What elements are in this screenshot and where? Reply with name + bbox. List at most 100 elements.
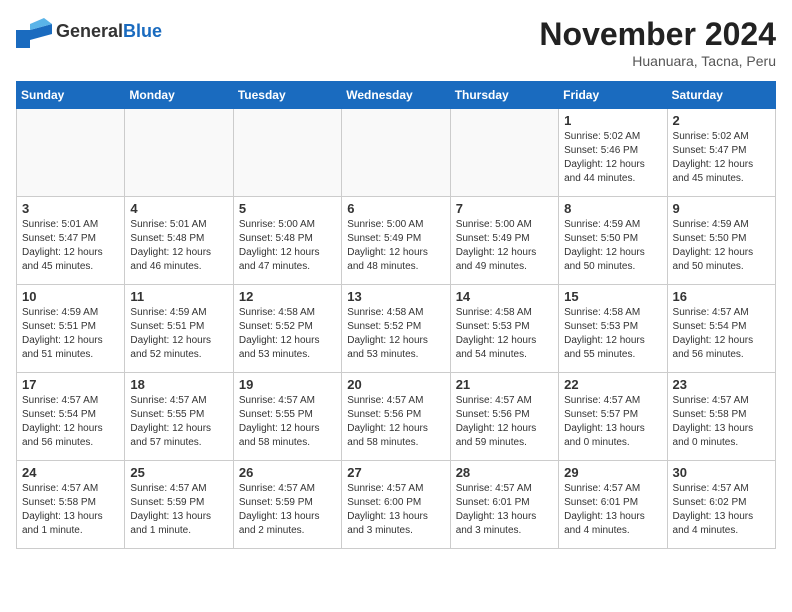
calendar-table: SundayMondayTuesdayWednesdayThursdayFrid…	[16, 81, 776, 549]
day-of-week-header: Thursday	[450, 82, 558, 109]
day-info: Sunrise: 5:02 AM Sunset: 5:47 PM Dayligh…	[673, 130, 770, 186]
calendar-day-cell: 29 Sunrise: 4:57 AM Sunset: 6:01 PM Dayli…	[559, 461, 667, 549]
day-number: 22	[564, 377, 661, 392]
calendar-day-cell: 1 Sunrise: 5:02 AM Sunset: 5:46 PM Daylig…	[559, 109, 667, 197]
day-of-week-header: Wednesday	[342, 82, 450, 109]
day-number: 16	[673, 289, 770, 304]
day-number: 25	[130, 465, 227, 480]
day-of-week-header: Tuesday	[233, 82, 341, 109]
day-info: Sunrise: 5:00 AM Sunset: 5:48 PM Dayligh…	[239, 218, 336, 274]
calendar-day-cell: 2 Sunrise: 5:02 AM Sunset: 5:47 PM Daylig…	[667, 109, 775, 197]
calendar-week-row: 3 Sunrise: 5:01 AM Sunset: 5:47 PM Daylig…	[17, 197, 776, 285]
calendar-day-cell: 7 Sunrise: 5:00 AM Sunset: 5:49 PM Daylig…	[450, 197, 558, 285]
day-number: 24	[22, 465, 119, 480]
day-info: Sunrise: 4:59 AM Sunset: 5:51 PM Dayligh…	[22, 306, 119, 362]
location: Huanuara, Tacna, Peru	[539, 53, 776, 69]
day-info: Sunrise: 5:02 AM Sunset: 5:46 PM Dayligh…	[564, 130, 661, 186]
calendar-day-cell	[450, 109, 558, 197]
calendar-day-cell: 25 Sunrise: 4:57 AM Sunset: 5:59 PM Dayli…	[125, 461, 233, 549]
day-info: Sunrise: 4:57 AM Sunset: 5:57 PM Dayligh…	[564, 394, 661, 450]
day-info: Sunrise: 4:57 AM Sunset: 5:56 PM Dayligh…	[456, 394, 553, 450]
calendar-day-cell: 8Sunrise: 4:59 AM Sunset: 5:50 PM Daylig…	[559, 197, 667, 285]
calendar-week-row: 17 Sunrise: 4:57 AM Sunset: 5:54 PM Dayli…	[17, 373, 776, 461]
day-info: Sunrise: 5:00 AM Sunset: 5:49 PM Dayligh…	[456, 218, 553, 274]
calendar-week-row: 24 Sunrise: 4:57 AM Sunset: 5:58 PM Dayli…	[17, 461, 776, 549]
calendar-day-cell: 30 Sunrise: 4:57 AM Sunset: 6:02 PM Dayli…	[667, 461, 775, 549]
calendar-day-cell: 4 Sunrise: 5:01 AM Sunset: 5:48 PM Daylig…	[125, 197, 233, 285]
calendar-day-cell: 21 Sunrise: 4:57 AM Sunset: 5:56 PM Dayli…	[450, 373, 558, 461]
calendar-day-cell: 6 Sunrise: 5:00 AM Sunset: 5:49 PM Daylig…	[342, 197, 450, 285]
page-header: GeneralBlue November 2024 Huanuara, Tacn…	[16, 16, 776, 69]
title-section: November 2024 Huanuara, Tacna, Peru	[539, 16, 776, 69]
calendar-day-cell: 18Sunrise: 4:57 AM Sunset: 5:55 PM Dayli…	[125, 373, 233, 461]
day-number: 30	[673, 465, 770, 480]
day-info: Sunrise: 4:58 AM Sunset: 5:52 PM Dayligh…	[347, 306, 444, 362]
day-number: 9	[673, 201, 770, 216]
calendar-day-cell: 16Sunrise: 4:57 AM Sunset: 5:54 PM Dayli…	[667, 285, 775, 373]
day-number: 5	[239, 201, 336, 216]
day-info: Sunrise: 4:57 AM Sunset: 6:01 PM Dayligh…	[564, 482, 661, 538]
logo-general: General	[56, 21, 123, 41]
calendar-day-cell: 11Sunrise: 4:59 AM Sunset: 5:51 PM Dayli…	[125, 285, 233, 373]
day-info: Sunrise: 4:57 AM Sunset: 6:02 PM Dayligh…	[673, 482, 770, 538]
day-number: 4	[130, 201, 227, 216]
calendar-day-cell: 14Sunrise: 4:58 AM Sunset: 5:53 PM Dayli…	[450, 285, 558, 373]
day-info: Sunrise: 4:59 AM Sunset: 5:50 PM Dayligh…	[564, 218, 661, 274]
day-number: 2	[673, 113, 770, 128]
day-info: Sunrise: 4:59 AM Sunset: 5:51 PM Dayligh…	[130, 306, 227, 362]
day-number: 15	[564, 289, 661, 304]
calendar-day-cell: 17 Sunrise: 4:57 AM Sunset: 5:54 PM Dayli…	[17, 373, 125, 461]
day-info: Sunrise: 4:57 AM Sunset: 5:59 PM Dayligh…	[130, 482, 227, 538]
day-number: 29	[564, 465, 661, 480]
day-info: Sunrise: 5:01 AM Sunset: 5:48 PM Dayligh…	[130, 218, 227, 274]
calendar-day-cell	[125, 109, 233, 197]
day-number: 6	[347, 201, 444, 216]
day-info: Sunrise: 4:57 AM Sunset: 5:58 PM Dayligh…	[673, 394, 770, 450]
calendar-day-cell: 24 Sunrise: 4:57 AM Sunset: 5:58 PM Dayli…	[17, 461, 125, 549]
day-of-week-header: Friday	[559, 82, 667, 109]
day-info: Sunrise: 4:58 AM Sunset: 5:53 PM Dayligh…	[456, 306, 553, 362]
day-number: 12	[239, 289, 336, 304]
calendar-day-cell	[17, 109, 125, 197]
logo-blue: Blue	[123, 21, 162, 41]
day-info: Sunrise: 4:57 AM Sunset: 5:56 PM Dayligh…	[347, 394, 444, 450]
day-number: 1	[564, 113, 661, 128]
day-of-week-header: Sunday	[17, 82, 125, 109]
calendar-week-row: 1 Sunrise: 5:02 AM Sunset: 5:46 PM Daylig…	[17, 109, 776, 197]
day-number: 20	[347, 377, 444, 392]
day-number: 3	[22, 201, 119, 216]
day-info: Sunrise: 4:57 AM Sunset: 5:55 PM Dayligh…	[239, 394, 336, 450]
day-info: Sunrise: 4:57 AM Sunset: 5:54 PM Dayligh…	[22, 394, 119, 450]
calendar-day-cell	[233, 109, 341, 197]
day-info: Sunrise: 4:57 AM Sunset: 5:59 PM Dayligh…	[239, 482, 336, 538]
month-title: November 2024	[539, 16, 776, 53]
calendar-day-cell: 13 Sunrise: 4:58 AM Sunset: 5:52 PM Dayli…	[342, 285, 450, 373]
logo-icon	[16, 16, 52, 48]
calendar-header-row: SundayMondayTuesdayWednesdayThursdayFrid…	[17, 82, 776, 109]
day-of-week-header: Saturday	[667, 82, 775, 109]
calendar-day-cell: 26Sunrise: 4:57 AM Sunset: 5:59 PM Dayli…	[233, 461, 341, 549]
calendar-day-cell: 20 Sunrise: 4:57 AM Sunset: 5:56 PM Dayli…	[342, 373, 450, 461]
day-info: Sunrise: 5:01 AM Sunset: 5:47 PM Dayligh…	[22, 218, 119, 274]
calendar-day-cell: 23 Sunrise: 4:57 AM Sunset: 5:58 PM Dayli…	[667, 373, 775, 461]
day-number: 28	[456, 465, 553, 480]
day-info: Sunrise: 4:59 AM Sunset: 5:50 PM Dayligh…	[673, 218, 770, 274]
day-info: Sunrise: 4:58 AM Sunset: 5:53 PM Dayligh…	[564, 306, 661, 362]
day-number: 23	[673, 377, 770, 392]
day-number: 10	[22, 289, 119, 304]
day-info: Sunrise: 4:57 AM Sunset: 5:55 PM Dayligh…	[130, 394, 227, 450]
calendar-day-cell: 3 Sunrise: 5:01 AM Sunset: 5:47 PM Daylig…	[17, 197, 125, 285]
day-number: 17	[22, 377, 119, 392]
day-number: 7	[456, 201, 553, 216]
day-number: 19	[239, 377, 336, 392]
day-number: 21	[456, 377, 553, 392]
calendar-day-cell: 15 Sunrise: 4:58 AM Sunset: 5:53 PM Dayli…	[559, 285, 667, 373]
day-of-week-header: Monday	[125, 82, 233, 109]
day-info: Sunrise: 4:57 AM Sunset: 5:58 PM Dayligh…	[22, 482, 119, 538]
calendar-day-cell: 12 Sunrise: 4:58 AM Sunset: 5:52 PM Dayli…	[233, 285, 341, 373]
calendar-week-row: 10 Sunrise: 4:59 AM Sunset: 5:51 PM Dayli…	[17, 285, 776, 373]
calendar-day-cell: 19 Sunrise: 4:57 AM Sunset: 5:55 PM Dayli…	[233, 373, 341, 461]
day-number: 13	[347, 289, 444, 304]
day-info: Sunrise: 4:58 AM Sunset: 5:52 PM Dayligh…	[239, 306, 336, 362]
day-info: Sunrise: 5:00 AM Sunset: 5:49 PM Dayligh…	[347, 218, 444, 274]
